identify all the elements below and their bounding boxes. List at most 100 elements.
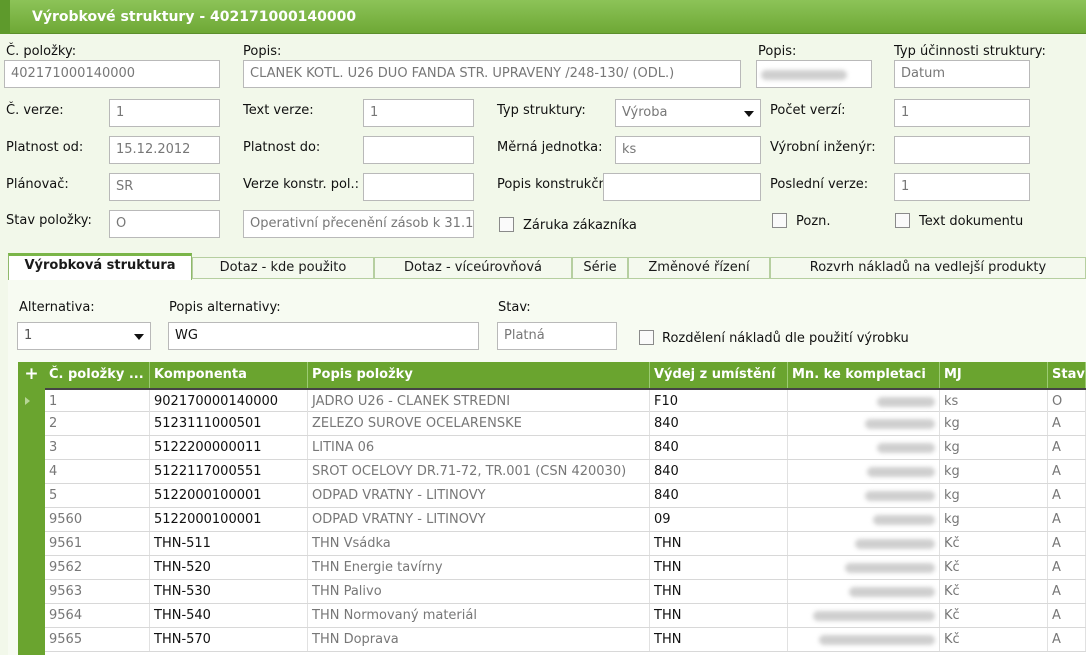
cell-status[interactable]: A — [1048, 460, 1086, 483]
chevron-down-icon[interactable] — [744, 111, 754, 117]
cell-unit[interactable]: kg — [940, 460, 1048, 483]
cell-item-number[interactable]: 9561 — [45, 532, 150, 555]
tab-change-management[interactable]: Změnové řízení — [628, 257, 770, 279]
design-description-field[interactable] — [603, 173, 761, 201]
cell-item-number[interactable]: 9565 — [45, 628, 150, 651]
cell-unit[interactable]: Kč — [940, 556, 1048, 579]
unit-field[interactable]: ks — [615, 136, 761, 164]
version-text-field[interactable]: 1 — [363, 99, 474, 127]
cell-unit[interactable]: ks — [940, 390, 1048, 413]
cell-unit[interactable]: kg — [940, 508, 1048, 531]
cell-component[interactable]: 5122000100001 — [150, 484, 308, 507]
cell-issue-location[interactable]: F10 — [650, 390, 788, 413]
table-row[interactable]: 1 902170000140000 JADRO U26 - CLANEK STRED… — [25, 388, 1086, 413]
cell-quantity[interactable] — [788, 460, 940, 483]
cell-status[interactable]: A — [1048, 532, 1086, 555]
cell-description[interactable]: ZELEZO SUROVE OCELARENSKE — [308, 412, 650, 435]
cell-status[interactable]: A — [1048, 412, 1086, 435]
cell-description[interactable]: THN Energie tavírny — [308, 556, 650, 579]
cell-issue-location[interactable]: THN — [650, 628, 788, 651]
tab-where-used[interactable]: Dotaz - kde použito — [192, 257, 374, 279]
cell-component[interactable]: THN-520 — [150, 556, 308, 579]
cell-item-number[interactable]: 4 — [45, 460, 150, 483]
note-checkbox[interactable] — [772, 213, 787, 228]
tab-product-structure[interactable]: Výrobková struktura — [8, 253, 192, 280]
document-text-checkbox[interactable] — [895, 213, 910, 228]
cell-status[interactable]: A — [1048, 556, 1086, 579]
cell-quantity[interactable] — [788, 390, 940, 413]
cell-status[interactable]: O — [1048, 390, 1086, 413]
table-row[interactable]: 2 5123111000501 ZELEZO SUROVE OCELARENSKE 8… — [45, 412, 1086, 436]
cell-status[interactable]: A — [1048, 580, 1086, 603]
cell-item-number[interactable]: 2 — [45, 412, 150, 435]
item-status-description[interactable]: Operativní přecenění zásob k 31.12 — [243, 210, 474, 238]
cell-description[interactable]: THN Palivo — [308, 580, 650, 603]
cell-unit[interactable]: kg — [940, 436, 1048, 459]
cell-quantity[interactable] — [788, 580, 940, 603]
cell-quantity[interactable] — [788, 556, 940, 579]
cell-quantity[interactable] — [788, 628, 940, 651]
table-row[interactable]: 9562 THN-520 THN Energie tavírny THN Kč A — [45, 556, 1086, 580]
last-version-field[interactable]: 1 — [894, 173, 1030, 201]
cell-quantity[interactable] — [788, 508, 940, 531]
column-header-description[interactable]: Popis položky — [308, 362, 650, 388]
cell-status[interactable]: A — [1048, 484, 1086, 507]
valid-from-field[interactable]: 15.12.2012 — [109, 136, 220, 164]
cell-description[interactable]: ODPAD VRATNY - LITINOVY — [308, 508, 650, 531]
cell-component[interactable]: 902170000140000 — [150, 390, 308, 413]
cell-description[interactable]: THN Vsádka — [308, 532, 650, 555]
cell-description[interactable]: LITINA 06 — [308, 436, 650, 459]
tab-multilevel[interactable]: Dotaz - víceúrovňová — [374, 257, 572, 279]
structure-type-select[interactable]: Výroba — [615, 99, 761, 127]
cell-quantity[interactable] — [788, 436, 940, 459]
cell-description[interactable]: SROT OCELOVY DR.71-72, TR.001 (CSN 42003… — [308, 460, 650, 483]
column-header-component[interactable]: Komponenta — [150, 362, 308, 388]
cell-item-number[interactable]: 1 — [45, 390, 150, 413]
cell-issue-location[interactable]: THN — [650, 556, 788, 579]
cell-item-number[interactable]: 9563 — [45, 580, 150, 603]
cell-issue-location[interactable]: 09 — [650, 508, 788, 531]
alternative-select[interactable]: 1 — [17, 322, 151, 350]
cell-item-number[interactable]: 9562 — [45, 556, 150, 579]
tab-series[interactable]: Série — [572, 257, 628, 279]
design-version-field[interactable] — [363, 173, 474, 201]
tab-byproduct-costs[interactable]: Rozvrh nákladů na vedlejší produkty — [770, 257, 1086, 279]
cell-issue-location[interactable]: 840 — [650, 484, 788, 507]
cell-component[interactable]: 5123111000501 — [150, 412, 308, 435]
description-field[interactable]: CLANEK KOTL. U26 DUO FANDA STR. UPRAVENY… — [243, 60, 741, 88]
cell-issue-location[interactable]: 840 — [650, 412, 788, 435]
cell-description[interactable]: JADRO U26 - CLANEK STREDNI — [308, 390, 650, 413]
item-number-field[interactable]: 402171000140000 — [4, 60, 220, 88]
version-count-field[interactable]: 1 — [894, 99, 1030, 127]
cell-quantity[interactable] — [788, 412, 940, 435]
customer-warranty-checkbox[interactable] — [499, 217, 514, 232]
table-row[interactable]: 4 5122117000551 SROT OCELOVY DR.71-72, TR.… — [45, 460, 1086, 484]
cell-item-number[interactable]: 5 — [45, 484, 150, 507]
valid-to-field[interactable] — [363, 136, 474, 164]
cell-unit[interactable]: Kč — [940, 580, 1048, 603]
add-row-icon[interactable]: + — [18, 362, 45, 388]
column-header-quantity[interactable]: Mn. ke kompletaci — [788, 362, 940, 388]
planner-field[interactable]: SR — [109, 173, 220, 201]
cell-status[interactable]: A — [1048, 628, 1086, 651]
cell-component[interactable]: 5122117000551 — [150, 460, 308, 483]
cell-issue-location[interactable]: 840 — [650, 460, 788, 483]
table-row[interactable]: 9565 THN-570 THN Doprava THN Kč A — [45, 628, 1086, 652]
engineer-field[interactable] — [894, 136, 1030, 164]
cell-issue-location[interactable]: 840 — [650, 436, 788, 459]
cost-distribution-checkbox[interactable] — [639, 330, 654, 345]
cell-component[interactable]: THN-570 — [150, 628, 308, 651]
cell-unit[interactable]: Kč — [940, 532, 1048, 555]
cell-item-number[interactable]: 9560 — [45, 508, 150, 531]
cell-description[interactable]: THN Normovaný materiál — [308, 604, 650, 627]
cell-description[interactable]: THN Doprava — [308, 628, 650, 651]
cell-quantity[interactable] — [788, 604, 940, 627]
column-header-unit[interactable]: MJ — [940, 362, 1048, 388]
version-number-field[interactable]: 1 — [109, 99, 220, 127]
chevron-down-icon[interactable] — [134, 334, 144, 340]
column-header-item-number[interactable]: Č. položky ... — [45, 362, 150, 388]
cell-unit[interactable]: kg — [940, 484, 1048, 507]
table-row[interactable]: 9561 THN-511 THN Vsádka THN Kč A — [45, 532, 1086, 556]
cell-issue-location[interactable]: THN — [650, 580, 788, 603]
item-status-field[interactable]: O — [109, 210, 220, 238]
